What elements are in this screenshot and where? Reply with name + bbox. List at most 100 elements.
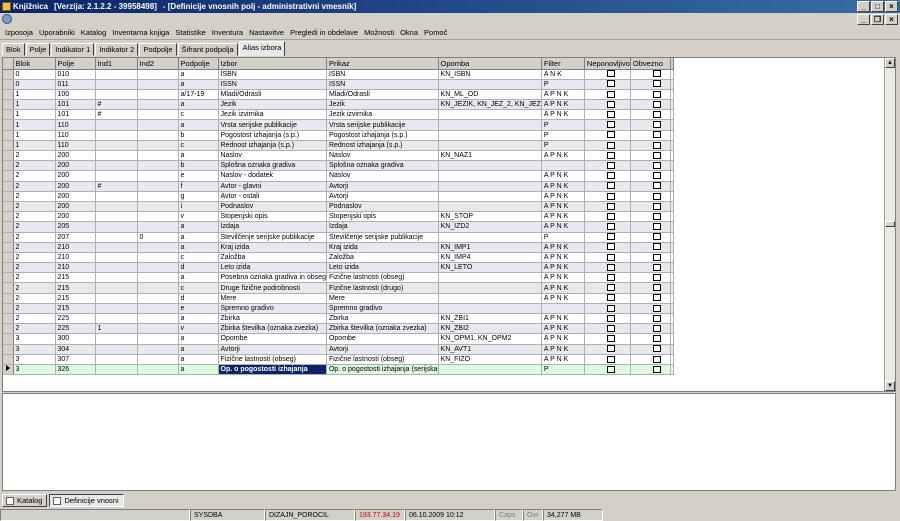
table-cell[interactable]: Mladi/Odrasli xyxy=(326,89,439,101)
obvezno-checkbox[interactable] xyxy=(652,314,661,322)
neponovljivo-checkbox[interactable] xyxy=(606,192,615,200)
tab-3[interactable]: Indikator 2 xyxy=(95,43,139,56)
obvezno-checkbox[interactable] xyxy=(652,335,661,343)
table-cell[interactable]: Spremno gradivo xyxy=(218,303,327,315)
table-cell[interactable] xyxy=(438,272,542,284)
table-cell[interactable]: Mere xyxy=(326,293,439,304)
obvezno-checkbox[interactable] xyxy=(652,212,661,220)
table-cell[interactable] xyxy=(137,272,179,284)
obvezno-checkbox[interactable] xyxy=(652,294,661,302)
table-cell[interactable]: a xyxy=(178,119,219,131)
table-row[interactable]: 2 200 b Splošna oznaka gradiva Splošna oznak… xyxy=(3,160,674,172)
neponovljivo-cell[interactable] xyxy=(584,211,631,223)
row-indicator[interactable] xyxy=(3,79,14,90)
table-cell[interactable]: A P N K xyxy=(541,221,585,233)
obvezno-cell[interactable] xyxy=(630,89,671,101)
table-cell[interactable]: A P N K xyxy=(541,89,585,101)
neponovljivo-cell[interactable] xyxy=(584,191,631,202)
table-cell[interactable] xyxy=(95,170,138,182)
table-cell[interactable] xyxy=(137,201,179,213)
obvezno-cell[interactable] xyxy=(630,282,671,294)
table-cell[interactable] xyxy=(137,323,179,335)
row-indicator[interactable] xyxy=(3,211,14,223)
table-cell[interactable]: Založba xyxy=(218,252,327,264)
table-cell[interactable]: 3 xyxy=(13,354,56,365)
neponovljivo-checkbox[interactable] xyxy=(606,233,615,241)
table-cell[interactable]: Leto izida xyxy=(218,262,327,274)
neponovljivo-checkbox[interactable] xyxy=(606,243,615,251)
obvezno-cell[interactable] xyxy=(630,69,671,80)
table-cell[interactable] xyxy=(438,79,542,90)
table-cell[interactable] xyxy=(438,130,542,141)
table-cell[interactable]: Zbirka številka (oznaka zvezka) xyxy=(326,323,439,335)
neponovljivo-cell[interactable] xyxy=(584,69,631,80)
neponovljivo-checkbox[interactable] xyxy=(606,253,615,261)
obvezno-checkbox[interactable] xyxy=(652,151,661,159)
obvezno-checkbox[interactable] xyxy=(652,121,661,129)
table-cell[interactable]: A P N K xyxy=(541,191,585,202)
table-row[interactable]: 2 215 a Posebna oznaka gradiva in obseg Fizi… xyxy=(3,272,674,284)
table-cell[interactable]: Naslov xyxy=(218,150,327,162)
minimize-button[interactable]: _ xyxy=(857,1,870,12)
table-cell[interactable]: ISBN xyxy=(218,69,327,80)
table-cell[interactable]: a xyxy=(178,99,219,111)
obvezno-checkbox[interactable] xyxy=(652,100,661,108)
table-cell[interactable]: Vrsta serijske publikacije xyxy=(326,119,439,131)
table-cell[interactable]: Avtorji xyxy=(218,344,327,355)
obvezno-cell[interactable] xyxy=(630,333,671,345)
table-cell[interactable]: Mladi/Odrasli xyxy=(218,89,327,101)
table-cell[interactable]: Posebna oznaka gradiva in obseg xyxy=(218,272,327,284)
obvezno-checkbox[interactable] xyxy=(652,324,661,332)
close-button[interactable]: × xyxy=(885,1,898,12)
table-cell[interactable]: KN_ISBN xyxy=(438,69,542,80)
table-cell[interactable]: 2 xyxy=(13,221,56,233)
table-cell[interactable]: c xyxy=(178,109,219,121)
table-cell[interactable]: Založba xyxy=(326,252,439,264)
table-cell[interactable]: Spremno gradivo xyxy=(326,303,439,315)
neponovljivo-checkbox[interactable] xyxy=(606,345,615,353)
obvezno-checkbox[interactable] xyxy=(652,161,661,169)
column-header[interactable]: Izbor xyxy=(218,58,327,70)
table-cell[interactable]: 010 xyxy=(55,69,96,80)
table-cell[interactable]: A P N K xyxy=(541,170,585,182)
table-cell[interactable]: A P N K xyxy=(541,293,585,304)
neponovljivo-checkbox[interactable] xyxy=(606,161,615,169)
table-cell[interactable]: Avtorji xyxy=(326,191,439,202)
table-cell[interactable]: A P N K xyxy=(541,282,585,294)
table-row[interactable]: 2 207 0 a Številčenje serijske publikacije Št… xyxy=(3,232,674,243)
row-indicator[interactable] xyxy=(3,313,14,325)
neponovljivo-cell[interactable] xyxy=(584,252,631,264)
table-cell[interactable]: A P N K xyxy=(541,323,585,335)
obvezno-cell[interactable] xyxy=(630,293,671,304)
obvezno-cell[interactable] xyxy=(630,140,671,152)
table-cell[interactable] xyxy=(438,232,542,243)
table-cell[interactable]: 2 xyxy=(13,150,56,162)
neponovljivo-cell[interactable] xyxy=(584,354,631,365)
table-cell[interactable] xyxy=(95,262,138,274)
table-cell[interactable] xyxy=(137,354,179,365)
table-cell[interactable]: ISSN xyxy=(218,79,327,90)
table-cell[interactable]: 2 xyxy=(13,262,56,274)
obvezno-cell[interactable] xyxy=(630,150,671,162)
table-cell[interactable]: g xyxy=(178,191,219,202)
row-indicator[interactable] xyxy=(3,354,14,365)
table-cell[interactable]: A P N K xyxy=(541,242,585,253)
row-indicator[interactable] xyxy=(3,282,14,294)
row-indicator[interactable] xyxy=(3,99,14,111)
table-cell[interactable]: Naslov xyxy=(326,150,439,162)
tab-1[interactable]: Polje xyxy=(25,43,51,56)
table-cell[interactable]: Splošna oznaka gradiva xyxy=(326,160,439,172)
tab-0[interactable]: Blok xyxy=(2,43,25,56)
table-cell[interactable]: Vrsta serijske publikacije xyxy=(218,119,327,131)
table-cell[interactable] xyxy=(95,293,138,304)
table-cell[interactable]: Opombe xyxy=(218,333,327,345)
table-cell[interactable]: 215 xyxy=(55,282,96,294)
table-cell[interactable]: A P N K xyxy=(541,211,585,223)
table-cell[interactable]: Avtorji xyxy=(326,344,439,355)
neponovljivo-cell[interactable] xyxy=(584,303,631,315)
document-icon[interactable] xyxy=(2,14,12,24)
obvezno-cell[interactable] xyxy=(630,130,671,141)
table-cell[interactable]: A P N K xyxy=(541,313,585,325)
obvezno-checkbox[interactable] xyxy=(652,274,661,281)
table-cell[interactable]: KN_ZBI2 xyxy=(438,323,542,335)
